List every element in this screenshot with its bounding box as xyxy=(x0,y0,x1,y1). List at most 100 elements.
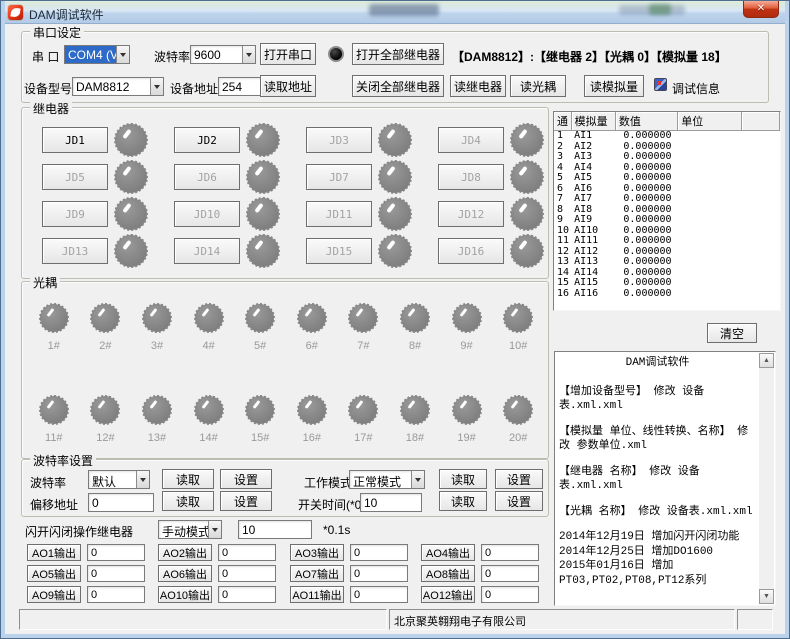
switch-time-set-button[interactable]: 设置 xyxy=(495,491,543,511)
table-cell xyxy=(741,236,779,247)
open-all-relays-button[interactable]: 打开全部继电器 xyxy=(352,43,444,65)
ao-button-8[interactable]: AO8输出 xyxy=(421,565,475,582)
ao-button-6[interactable]: AO6输出 xyxy=(158,565,212,582)
table-cell xyxy=(741,173,779,184)
scroll-up-icon[interactable]: ▲ xyxy=(759,353,774,368)
baudrate-read-button[interactable]: 读取 xyxy=(162,469,214,489)
switch-time-read-button[interactable]: 读取 xyxy=(439,491,487,511)
table-row: 9AI90.000000 xyxy=(554,215,780,226)
offset-read-button[interactable]: 读取 xyxy=(162,491,214,511)
table-cell xyxy=(741,184,779,195)
relay-cell-14: JD14 xyxy=(174,235,279,267)
table-cell: 1 xyxy=(554,131,571,142)
ao-input-3[interactable] xyxy=(350,544,408,561)
offset-addr-input[interactable] xyxy=(88,493,154,512)
ao-button-10[interactable]: AO10输出 xyxy=(158,586,212,603)
relay-button-jd9: JD9 xyxy=(42,201,108,227)
ao-button-3[interactable]: AO3输出 xyxy=(290,544,344,561)
port-select[interactable]: COM4 (V) xyxy=(64,45,130,64)
table-cell: 0.000000 xyxy=(615,152,677,163)
opto-row-1: 1#2#3#4#5#6#7#8#9#10# xyxy=(28,304,544,352)
opto-knob-7-icon xyxy=(349,304,377,332)
clear-button[interactable]: 清空 xyxy=(707,323,757,343)
read-addr-button[interactable]: 读取地址 xyxy=(260,75,316,97)
table-row: 13AI130.000000 xyxy=(554,257,780,268)
read-relay-button[interactable]: 读继电器 xyxy=(450,75,506,97)
model-dropdown-arrow-icon[interactable] xyxy=(150,78,163,95)
opto-knob-8-icon xyxy=(401,304,429,332)
ao-input-2[interactable] xyxy=(218,544,276,561)
scroll-down-icon[interactable]: ▼ xyxy=(759,589,774,604)
flash-time-input[interactable] xyxy=(238,520,312,539)
table-cell: 7 xyxy=(554,194,571,205)
open-port-button[interactable]: 打开串口 xyxy=(260,43,316,65)
ao-button-9[interactable]: AO9输出 xyxy=(27,586,81,603)
table-cell: 6 xyxy=(554,184,571,195)
opto-cell-6: 6# xyxy=(286,304,338,352)
log-scrollbar[interactable]: ▲ ▼ xyxy=(759,353,774,604)
ao-input-6[interactable] xyxy=(218,565,276,582)
opto-knob-15-icon xyxy=(246,396,274,424)
work-mode-select[interactable]: 正常模式 xyxy=(349,470,425,489)
flash-mode-dropdown-arrow-icon[interactable] xyxy=(208,521,221,538)
opto-cell-4: 4# xyxy=(183,304,235,352)
relay-cell-8: JD8 xyxy=(438,161,543,193)
company-label: 北京聚英翱翔电子有限公司 xyxy=(394,616,526,628)
close-all-relays-button[interactable]: 关闭全部继电器 xyxy=(352,75,444,97)
relay-knob-5-icon xyxy=(115,161,147,193)
read-analog-button[interactable]: 读模拟量 xyxy=(584,75,644,97)
ao-input-7[interactable] xyxy=(350,565,408,582)
work-mode-read-button[interactable]: 读取 xyxy=(439,469,487,489)
ao-button-4[interactable]: AO4输出 xyxy=(421,544,475,561)
read-opto-button[interactable]: 读光耦 xyxy=(510,75,566,97)
ao-button-5[interactable]: AO5输出 xyxy=(27,565,81,582)
log-history: 2014年12月19日 增加闪开闪闭功能2014年12月25日 增加DO1600… xyxy=(559,530,756,588)
table-cell xyxy=(678,289,741,300)
table-cell: AI5 xyxy=(571,173,615,184)
ao-input-11[interactable] xyxy=(350,586,408,603)
port-dropdown-arrow-icon[interactable] xyxy=(116,46,129,63)
close-icon: ✕ xyxy=(757,3,765,14)
work-mode-dropdown-arrow-icon[interactable] xyxy=(411,471,424,488)
relay-knob-14-icon xyxy=(247,235,279,267)
ao-input-8[interactable] xyxy=(481,565,539,582)
relay-button-jd2[interactable]: JD2 xyxy=(174,127,240,153)
flash-mode-select[interactable]: 手动模式 xyxy=(158,520,222,539)
ao-input-5[interactable] xyxy=(87,565,145,582)
ao-button-1[interactable]: AO1输出 xyxy=(27,544,81,561)
ao-input-12[interactable] xyxy=(481,586,539,603)
ao-input-9[interactable] xyxy=(87,586,145,603)
model-select[interactable]: DAM8812 xyxy=(72,77,164,96)
table-row: 12AI120.000000 xyxy=(554,247,780,258)
ao-button-2[interactable]: AO2输出 xyxy=(158,544,212,561)
switch-time-input[interactable] xyxy=(360,493,422,512)
relay-button-jd5: JD5 xyxy=(42,164,108,190)
ao-button-7[interactable]: AO7输出 xyxy=(290,565,344,582)
relay-button-jd4: JD4 xyxy=(438,127,504,153)
table-cell xyxy=(741,226,779,237)
ao-button-11[interactable]: AO11输出 xyxy=(290,586,344,603)
ao-input-1[interactable] xyxy=(87,544,145,561)
debug-info-label[interactable]: 调试信息 xyxy=(672,80,720,97)
opto-cell-8: 8# xyxy=(389,304,441,352)
ao-input-10[interactable] xyxy=(218,586,276,603)
log-panel[interactable]: DAM调试软件 【增加设备型号】 修改 设备表.xml.xml【模拟量 单位、线… xyxy=(554,351,776,606)
baud-dropdown-arrow-icon[interactable] xyxy=(242,46,255,63)
baudrate-set-button[interactable]: 设置 xyxy=(220,469,272,489)
relay-button-jd10: JD10 xyxy=(174,201,240,227)
relay-button-jd1[interactable]: JD1 xyxy=(42,127,108,153)
ao-input-4[interactable] xyxy=(481,544,539,561)
table-cell xyxy=(741,257,779,268)
baudrate-select[interactable]: 默认 xyxy=(88,470,150,489)
baud-select[interactable]: 9600 xyxy=(190,45,256,64)
baudrate-dropdown-arrow-icon[interactable] xyxy=(136,471,149,488)
offset-set-button[interactable]: 设置 xyxy=(220,491,272,511)
table-row: 1AI10.000000 xyxy=(554,131,780,142)
work-mode-set-button[interactable]: 设置 xyxy=(495,469,543,489)
table-row: 7AI70.000000 xyxy=(554,194,780,205)
titlebar[interactable]: DAM调试软件 xyxy=(1,1,789,24)
opto-label-7: 7# xyxy=(357,340,369,352)
close-button[interactable]: ✕ xyxy=(743,1,779,18)
ao-button-12[interactable]: AO12输出 xyxy=(421,586,475,603)
relay-cell-10: JD10 xyxy=(174,198,279,230)
